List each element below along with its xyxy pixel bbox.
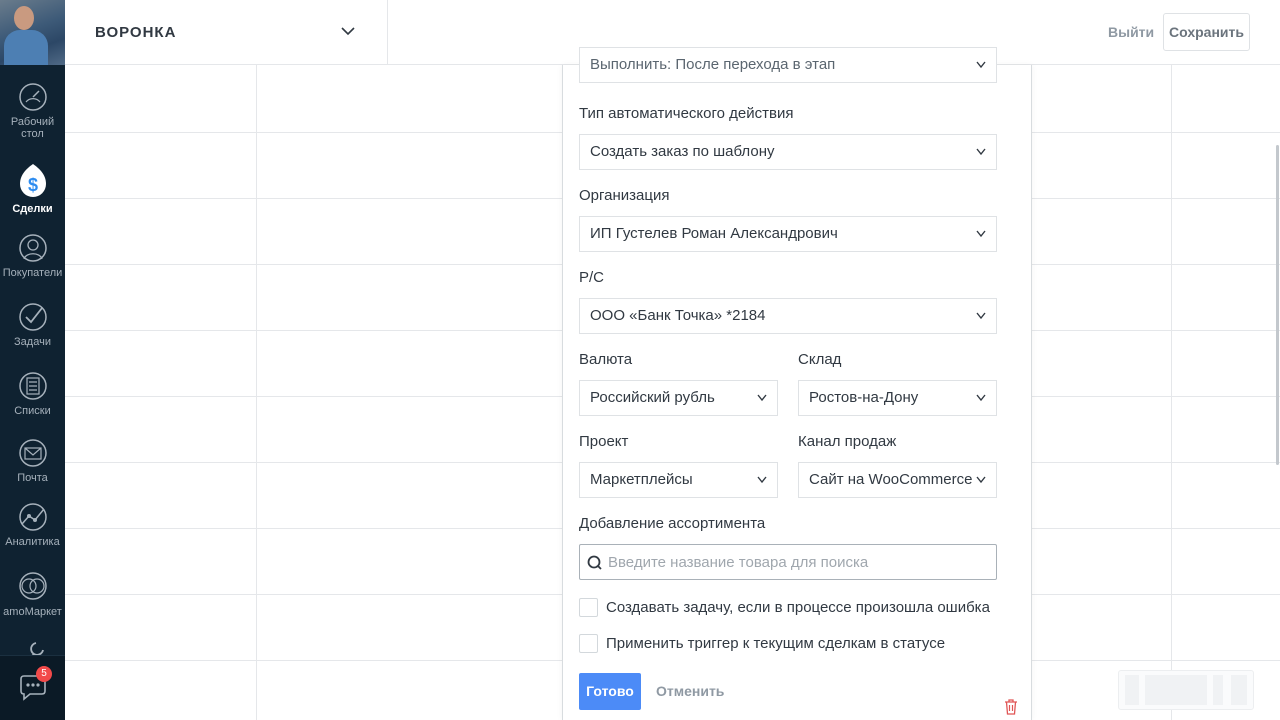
- select-value: ИП Густелев Роман Александрович: [590, 225, 838, 242]
- lists-icon: [18, 372, 47, 400]
- currency-label: Валюта: [579, 351, 633, 368]
- select-value: Российский рубль: [590, 389, 715, 406]
- sidebar-item-label: Списки: [14, 405, 51, 417]
- select-value: Маркетплейсы: [590, 471, 693, 488]
- select-value: Создать заказ по шаблону: [590, 143, 775, 160]
- search-icon: [587, 555, 602, 570]
- exit-button[interactable]: Выйти: [1108, 24, 1154, 40]
- sidebar-item-market[interactable]: amoМаркет: [0, 570, 65, 618]
- placeholder-widget: [1118, 670, 1254, 710]
- sales-channel-label: Канал продаж: [798, 433, 897, 450]
- error-task-label: Создавать задачу, если в процессе произо…: [606, 599, 990, 616]
- svg-text:$: $: [27, 175, 37, 195]
- product-search[interactable]: [579, 544, 997, 580]
- action-type-select[interactable]: Создать заказ по шаблону: [579, 134, 997, 170]
- deals-icon: $: [19, 164, 46, 197]
- analytics-icon: [18, 503, 47, 531]
- sidebar-item-label: Задачи: [14, 336, 51, 348]
- chevron-down-icon: [976, 476, 986, 484]
- chevron-down-icon: [976, 394, 986, 402]
- sidebar-item-label: Почта: [17, 472, 48, 484]
- sidebar-item-tasks[interactable]: Задачи: [0, 302, 65, 348]
- assortment-label: Добавление ассортимента: [579, 515, 766, 532]
- sidebar-item-label: Сделки: [12, 203, 53, 215]
- organization-label: Организация: [579, 187, 670, 204]
- warehouse-select[interactable]: Ростов-на-Дону: [798, 380, 997, 416]
- currency-select[interactable]: Российский рубль: [579, 380, 778, 416]
- chevron-down-icon: [757, 476, 767, 484]
- warehouse-label: Склад: [798, 351, 842, 368]
- chevron-down-icon: [976, 148, 986, 156]
- product-search-input[interactable]: [608, 546, 988, 578]
- trash-icon[interactable]: [1004, 699, 1018, 715]
- sidebar: Рабочий стол $ Сделки Покупатели Задачи …: [0, 0, 65, 720]
- select-value: ООО «Банк Точка» *2184: [590, 307, 766, 324]
- apply-current-label: Применить триггер к текущим сделкам в ст…: [606, 635, 946, 652]
- avatar[interactable]: [0, 0, 65, 65]
- automation-settings-panel: Выполнить: После перехода в этап Тип авт…: [562, 47, 1032, 720]
- chevron-down-icon: [976, 230, 986, 238]
- done-button[interactable]: Готово: [579, 673, 641, 710]
- account-select[interactable]: ООО «Банк Точка» *2184: [579, 298, 997, 334]
- sidebar-item-dashboard[interactable]: Рабочий стол: [0, 82, 65, 140]
- action-type-label: Тип автоматического действия: [579, 105, 794, 122]
- tasks-icon: [18, 303, 47, 331]
- sidebar-item-deals[interactable]: $ Сделки: [0, 163, 65, 215]
- sidebar-item-label: amoМаркет: [3, 606, 62, 618]
- pipeline-title: ВОРОНКА: [95, 24, 177, 41]
- chevron-down-icon: [757, 394, 767, 402]
- market-icon: [18, 572, 47, 600]
- apply-current-checkbox[interactable]: [579, 634, 598, 653]
- account-label: Р/С: [579, 269, 605, 286]
- chevron-down-icon: [976, 61, 986, 69]
- project-select[interactable]: Маркетплейсы: [579, 462, 778, 498]
- sidebar-item-label: Аналитика: [5, 536, 60, 548]
- sidebar-item-mail[interactable]: Почта: [0, 438, 65, 484]
- chevron-down-icon: [341, 27, 355, 36]
- chat-badge: 5: [36, 666, 52, 682]
- select-value: Сайт на WooCommerce: [809, 471, 973, 488]
- project-label: Проект: [579, 433, 629, 450]
- trigger-timing-select[interactable]: Выполнить: После перехода в этап: [579, 47, 997, 83]
- chevron-down-icon: [976, 312, 986, 320]
- sidebar-item-customers[interactable]: Покупатели: [0, 233, 65, 279]
- pipeline-selector[interactable]: ВОРОНКА: [65, 0, 388, 65]
- dashboard-icon: [18, 83, 47, 111]
- customers-icon: [18, 234, 47, 262]
- sidebar-item-lists[interactable]: Списки: [0, 371, 65, 417]
- select-value: Ростов-на-Дону: [809, 389, 919, 406]
- cancel-button[interactable]: Отменить: [656, 683, 724, 699]
- organization-select[interactable]: ИП Густелев Роман Александрович: [579, 216, 997, 252]
- scrollbar[interactable]: [1276, 145, 1279, 465]
- save-button[interactable]: Сохранить: [1163, 13, 1250, 51]
- sidebar-item-label: Покупатели: [2, 267, 63, 279]
- error-task-checkbox[interactable]: [579, 598, 598, 617]
- select-value: Выполнить: После перехода в этап: [590, 56, 836, 73]
- chat-button[interactable]: 5: [0, 655, 65, 720]
- sales-channel-select[interactable]: Сайт на WooCommerce: [798, 462, 997, 498]
- sidebar-item-label: Рабочий: [10, 116, 55, 128]
- sidebar-item-analytics[interactable]: Аналитика: [0, 502, 65, 548]
- mail-icon: [18, 439, 47, 467]
- sidebar-item-label: стол: [21, 128, 44, 140]
